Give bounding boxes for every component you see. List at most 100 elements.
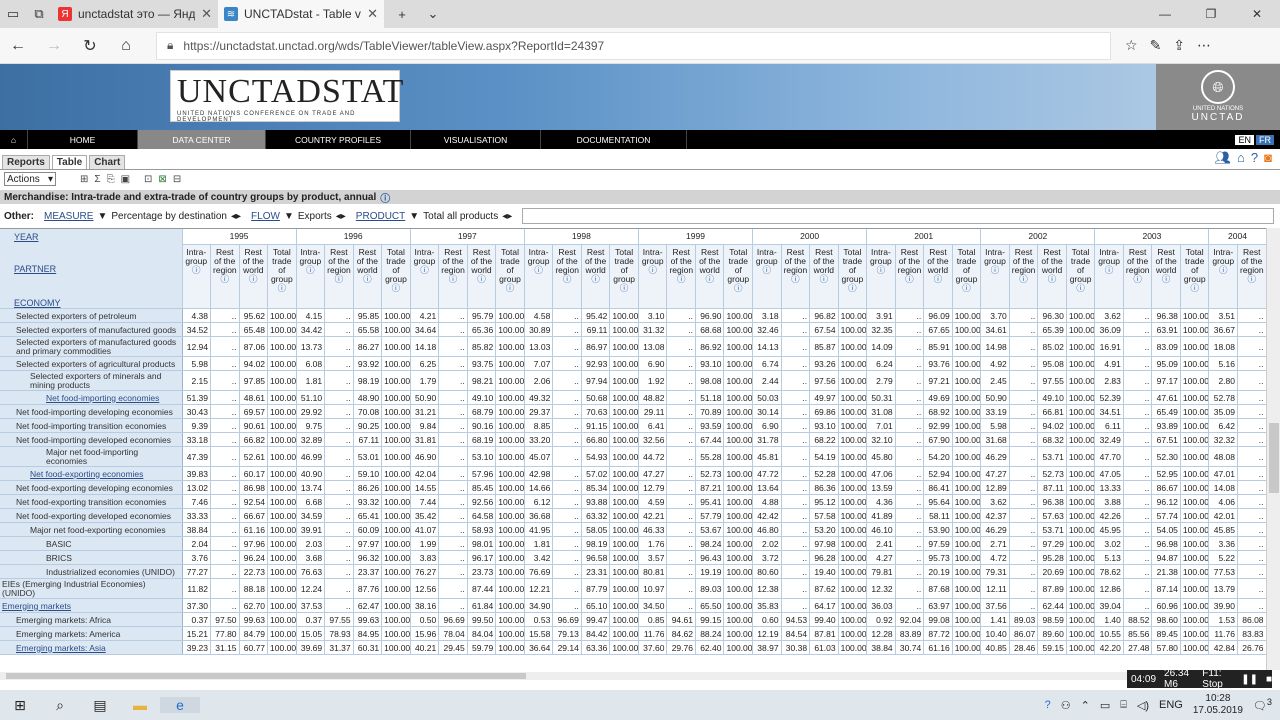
scroll-thumb[interactable] — [6, 673, 526, 679]
close-window-icon[interactable]: ✕ — [1234, 0, 1280, 28]
info-icon[interactable]: ⓘ — [555, 274, 579, 284]
info-icon[interactable]: ⓘ — [384, 283, 408, 293]
info-icon[interactable]: ⓘ — [669, 274, 693, 284]
home-icon[interactable]: ⌂ — [108, 37, 144, 55]
partner-header[interactable]: Rest of the region ⓘ — [1123, 244, 1153, 310]
partner-header[interactable]: Intra-group ⓘ — [1208, 244, 1238, 310]
notifications-icon[interactable]: 🗨︎3 — [1253, 697, 1272, 713]
menu-visualisation[interactable]: VISUALISATION — [411, 130, 541, 149]
pen-icon[interactable]: ✎ — [1150, 37, 1162, 54]
info-icon[interactable]: ⓘ — [955, 283, 979, 293]
chevron-up-icon[interactable]: ⌃ — [1081, 699, 1090, 712]
menu-country-profiles[interactable]: COUNTRY PROFILES — [266, 130, 411, 149]
dropdown-icon[interactable]: ▼ — [284, 211, 294, 222]
info-icon[interactable]: ⓘ — [1211, 265, 1235, 275]
row-label[interactable]: Emerging markets — [0, 598, 183, 613]
forward-icon[interactable]: → — [36, 37, 72, 55]
partner-header[interactable]: Rest of the world ⓘ — [581, 244, 611, 310]
info-icon[interactable]: ⓘ — [1097, 265, 1121, 275]
partner-header[interactable]: Intra-group ⓘ — [296, 244, 326, 310]
row-label[interactable]: Emerging markets: Asia — [0, 640, 183, 655]
row-label[interactable]: Emerging markets: America — [0, 626, 183, 641]
measure-label[interactable]: MEASURE — [44, 211, 93, 222]
info-icon[interactable]: ⓘ — [584, 274, 608, 284]
actions-dropdown[interactable]: Actions ▾ — [4, 172, 56, 186]
economy-dimension[interactable]: ECONOMY — [2, 298, 180, 308]
search-icon[interactable]: ⌕ — [40, 697, 80, 714]
row-label[interactable]: Net food-importing transition economies — [0, 418, 183, 433]
partner-header[interactable]: Total trade of group ⓘ — [952, 244, 982, 310]
info-icon[interactable]: ⓘ — [641, 265, 665, 275]
clock[interactable]: 10:28 17.05.2019 — [1193, 693, 1243, 717]
partner-header[interactable]: Intra-group ⓘ — [980, 244, 1010, 310]
export-icon[interactable]: ⊟ — [173, 174, 181, 185]
scroll-thumb[interactable] — [1269, 423, 1279, 493]
year-header[interactable]: 1999 — [638, 229, 754, 245]
minimize-icon[interactable]: — — [1142, 0, 1188, 28]
row-label[interactable]: Major net food-exporting economies — [0, 522, 183, 537]
row-label[interactable]: Emerging markets: Africa — [0, 612, 183, 627]
swap-arrows-icon[interactable]: ◂▸ — [336, 211, 346, 222]
year-header[interactable]: 2004 — [1208, 229, 1266, 245]
year-dimension[interactable]: YEAR — [2, 232, 180, 242]
tab-chart[interactable]: Chart — [89, 155, 126, 169]
info-icon[interactable]: ⓘ — [1183, 283, 1207, 293]
info-icon[interactable]: ⓘ — [470, 274, 494, 284]
partner-header[interactable]: Rest of the world ⓘ — [1151, 244, 1181, 310]
row-label[interactable]: EIEs (Emerging Industrial Economies) (UN… — [0, 578, 183, 599]
tab-table[interactable]: Table — [51, 155, 88, 169]
volume-icon[interactable]: ◁) — [1137, 699, 1149, 712]
info-icon[interactable]: ⓘ — [213, 274, 237, 284]
network-icon[interactable]: ⌸ — [1120, 699, 1127, 712]
row-label[interactable]: Net food-exporting economies — [0, 466, 183, 481]
file-explorer-icon[interactable]: ▬ — [120, 697, 160, 713]
dropdown-icon[interactable]: ▼ — [409, 211, 419, 222]
partner-header[interactable]: Rest of the region ⓘ — [438, 244, 468, 310]
partner-header[interactable]: Intra-group ⓘ — [1094, 244, 1124, 310]
home-menu-icon[interactable]: ⌂ — [0, 130, 28, 149]
filter-drop-zone[interactable] — [522, 208, 1274, 224]
swap-arrows-icon[interactable]: ◂▸ — [231, 211, 241, 222]
info-icon[interactable]: ⓘ — [356, 274, 380, 284]
info-icon[interactable]: ⓘ — [441, 274, 465, 284]
refresh-icon[interactable]: ↻ — [72, 36, 108, 56]
partner-header[interactable]: Rest of the region ⓘ — [1009, 244, 1039, 310]
people-icon[interactable]: ⚇ — [1061, 699, 1071, 712]
row-label[interactable]: Net food-importing developing economies — [0, 404, 183, 419]
partner-header[interactable]: Total trade of group ⓘ — [609, 244, 639, 310]
row-label[interactable]: Selected exporters of petroleum — [0, 308, 183, 323]
save-icon[interactable]: ▣ — [121, 174, 130, 185]
pause-icon[interactable]: ❚❚ — [1241, 674, 1258, 685]
info-icon[interactable]: ⓘ — [299, 265, 323, 275]
unctadstat-logo[interactable]: UNCTADSTAT UNITED NATIONS CONFERENCE ON … — [170, 70, 403, 123]
users-icon[interactable]: 👥︎ — [1215, 150, 1232, 166]
info-icon[interactable]: ⓘ — [1012, 274, 1036, 284]
partner-header[interactable]: Intra-group ⓘ — [866, 244, 896, 310]
info-icon[interactable]: ⓘ — [327, 274, 351, 284]
info-icon[interactable]: ⓘ — [784, 274, 808, 284]
partner-header[interactable]: Rest of the region ⓘ — [324, 244, 354, 310]
partner-header[interactable]: Total trade of group ⓘ — [1180, 244, 1210, 310]
partner-dimension[interactable]: PARTNER — [2, 264, 180, 274]
info-icon[interactable]: ⓘ — [270, 283, 294, 293]
more-icon[interactable]: ⋯ — [1197, 37, 1211, 54]
year-header[interactable]: 2003 — [1094, 229, 1210, 245]
flow-label[interactable]: FLOW — [251, 211, 280, 222]
tab-list-chevron-icon[interactable]: ⌄ — [420, 0, 446, 28]
info-icon[interactable]: ⓘ — [1040, 274, 1064, 284]
menu-documentation[interactable]: DOCUMENTATION — [541, 130, 687, 149]
info-icon[interactable]: ⓘ — [380, 190, 390, 205]
maximize-icon[interactable]: ❐ — [1188, 0, 1234, 28]
partner-header[interactable]: Rest of the world ⓘ — [923, 244, 953, 310]
help-tray-icon[interactable]: ? — [1045, 699, 1051, 711]
row-label[interactable]: Net food-exporting developed economies — [0, 508, 183, 523]
info-icon[interactable]: ⓘ — [498, 283, 522, 293]
row-label[interactable]: Selected exporters of minerals and minin… — [0, 370, 183, 391]
partner-header[interactable]: Intra-group ⓘ — [524, 244, 554, 310]
info-icon[interactable]: ⓘ — [841, 283, 865, 293]
partner-header[interactable]: Rest of the world ⓘ — [239, 244, 269, 310]
info-icon[interactable]: ⓘ — [242, 274, 266, 284]
vertical-scrollbar[interactable] — [1266, 228, 1280, 670]
partner-header[interactable]: Rest of the world ⓘ — [467, 244, 497, 310]
edge-icon[interactable]: e — [160, 697, 200, 713]
